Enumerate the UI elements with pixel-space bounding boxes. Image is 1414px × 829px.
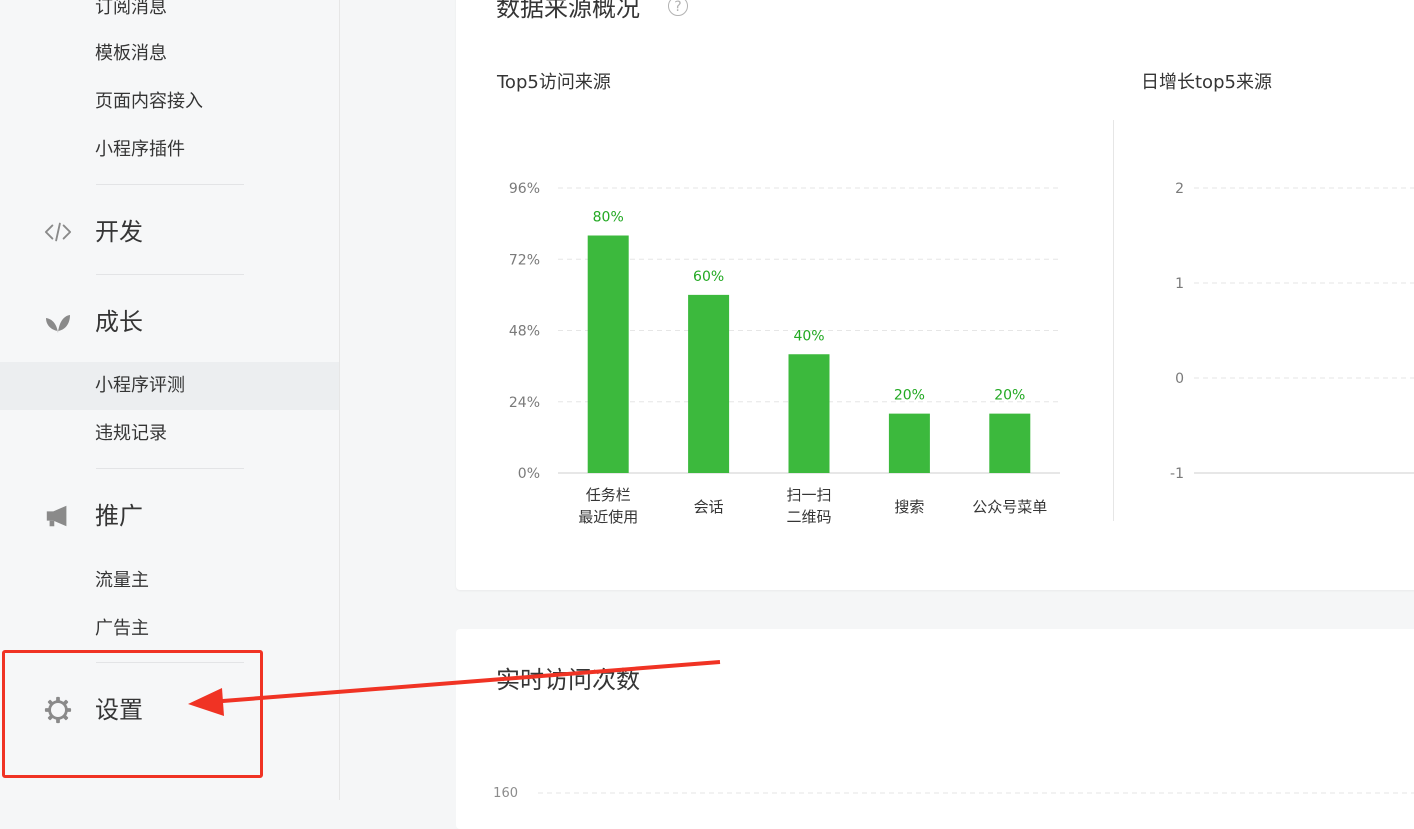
bar-value-label: 20% <box>894 388 925 404</box>
daily-growth-title: 日增长top5来源 <box>1141 72 1272 93</box>
sidebar-item-evaluation[interactable]: 小程序评测 <box>0 362 339 410</box>
bar-value-label: 60% <box>693 269 724 285</box>
y-tick-label: 72% <box>509 252 540 268</box>
sidebar-item-subscribe-message[interactable]: 订阅消息 <box>0 0 339 32</box>
x-tick-label: 会话 <box>694 498 724 516</box>
sidebar-section-promotion[interactable]: 推广 <box>0 488 339 544</box>
sidebar-item-template-message[interactable]: 模板消息 <box>0 30 339 78</box>
bar-value-label: 80% <box>593 210 624 226</box>
top5-source-title: Top5访问来源 <box>497 72 611 93</box>
bar <box>888 413 930 473</box>
sidebar-section-label: 开发 <box>95 218 143 246</box>
y-tick-label: -1 <box>1170 466 1184 482</box>
y-tick-label: 48% <box>509 324 540 340</box>
sidebar-item-advertiser[interactable]: 广告主 <box>0 605 339 653</box>
y-tick-label: 96% <box>509 181 540 197</box>
y-tick-label: 0% <box>518 466 540 482</box>
bar <box>688 294 730 473</box>
x-tick-label: 最近使用 <box>578 508 638 526</box>
top5-source-bar-chart: 0% 24% 48% 72% 96% 80% 任务栏最近使用 60% 会话 40% 扫一扫二维码 20… <box>509 181 1060 526</box>
y-tick-label: 1 <box>1175 276 1184 292</box>
chart-separator <box>1113 120 1114 521</box>
x-tick-label: 搜索 <box>894 498 924 516</box>
bar <box>989 413 1031 473</box>
sidebar-item-violation-record[interactable]: 违规记录 <box>0 410 339 458</box>
x-tick-label: 二维码 <box>786 508 831 526</box>
y-tick-label: 160 <box>493 786 518 800</box>
y-tick-label: 2 <box>1175 181 1184 197</box>
bar <box>788 354 830 473</box>
sidebar-divider <box>96 468 244 469</box>
x-tick-label: 任务栏 <box>586 486 631 504</box>
bar-value-label: 20% <box>994 388 1025 404</box>
sidebar-section-growth[interactable]: 成长 <box>0 294 339 350</box>
annotation-highlight-box <box>2 650 263 778</box>
sidebar-section-label: 推广 <box>95 502 143 530</box>
x-tick-label: 公众号菜单 <box>972 498 1047 516</box>
bar <box>587 235 629 473</box>
x-tick-label: 扫一扫 <box>786 486 831 504</box>
sidebar-section-label: 成长 <box>95 308 143 336</box>
y-tick-label: 24% <box>509 395 540 411</box>
y-tick-label: 0 <box>1175 371 1184 387</box>
realtime-chart: 160 <box>493 786 1414 800</box>
sidebar-item-plugin[interactable]: 小程序插件 <box>0 126 339 174</box>
sidebar-item-page-content[interactable]: 页面内容接入 <box>0 78 339 126</box>
sidebar-divider <box>96 184 244 185</box>
megaphone-icon <box>44 502 72 530</box>
sprout-icon <box>44 308 72 336</box>
overview-title: 数据来源概况 <box>496 0 640 22</box>
bar-value-label: 40% <box>793 328 824 344</box>
code-icon <box>44 218 72 246</box>
realtime-title: 实时访问次数 <box>496 666 640 694</box>
sidebar-section-dev[interactable]: 开发 <box>0 204 339 260</box>
sidebar-divider <box>96 274 244 275</box>
sidebar-item-traffic-owner[interactable]: 流量主 <box>0 557 339 605</box>
daily-growth-line-chart: -1 0 1 2 <box>1170 181 1414 482</box>
